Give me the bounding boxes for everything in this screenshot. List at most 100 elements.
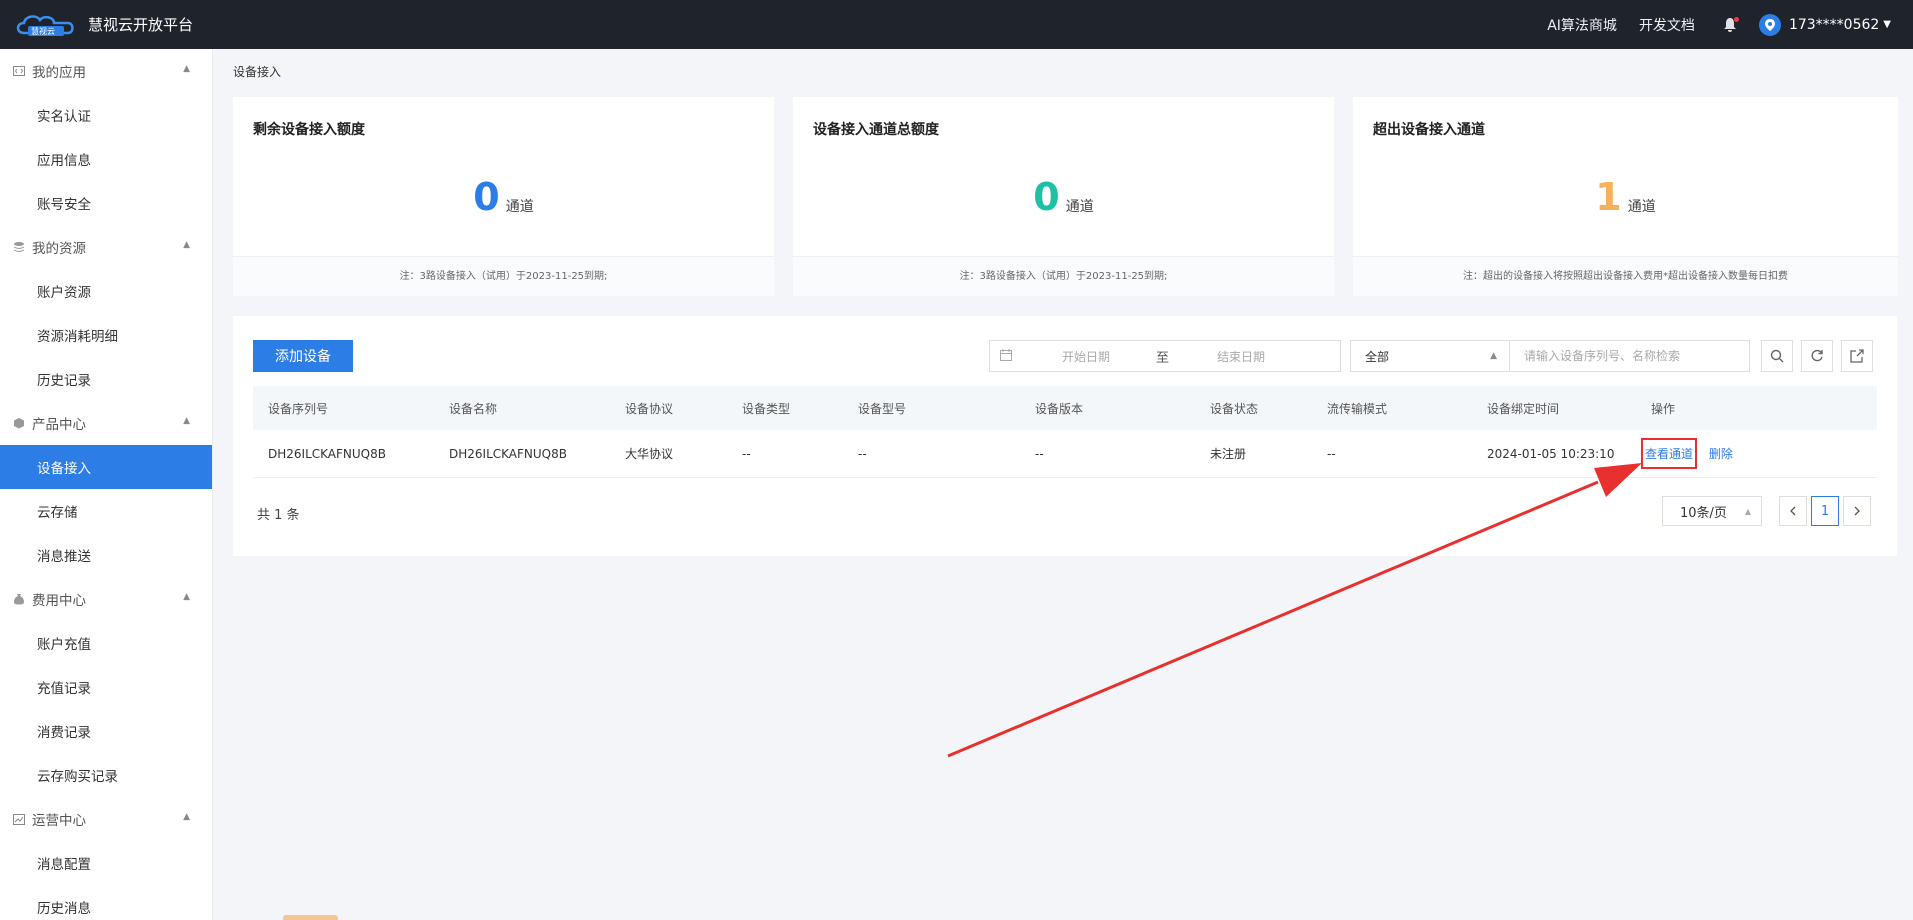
- sidebar-item-recharge[interactable]: 账户充值: [0, 621, 212, 665]
- sidebar-item-cloud-storage[interactable]: 云存储: [0, 489, 212, 533]
- view-channels-link[interactable]: 查看通道: [1641, 438, 1698, 469]
- range-separator: 至: [1156, 350, 1170, 366]
- notification-dot: [1733, 16, 1739, 22]
- export-icon: [1850, 349, 1864, 363]
- sidebar-group-products[interactable]: 产品中心 ▲: [0, 401, 212, 445]
- sidebar-group-label: 我的资源: [32, 241, 86, 257]
- sidebar-item-consumption-records[interactable]: 消费记录: [0, 709, 212, 753]
- sidebar-group-my-resources[interactable]: 我的资源 ▲: [0, 225, 212, 269]
- chevron-up-icon: ▲: [1490, 351, 1497, 361]
- ai-store-link[interactable]: AI算法商城: [1547, 15, 1617, 35]
- col-name: 设备名称: [449, 401, 498, 416]
- sidebar-group-billing[interactable]: 费用中心 ▲: [0, 577, 212, 621]
- sidebar-item-message-push[interactable]: 消息推送: [0, 533, 212, 577]
- sidebar-item-device-access[interactable]: 设备接入: [0, 445, 212, 489]
- sidebar-item-app-info[interactable]: 应用信息: [0, 137, 212, 181]
- chevron-up-icon: ▲: [183, 240, 190, 250]
- sidebar: 我的应用 ▲ 实名认证 应用信息 账号安全 我的资源 ▲ 账户资源 资源消耗明细…: [0, 49, 213, 920]
- prev-page-button[interactable]: [1779, 496, 1807, 526]
- cell-name: DH26ILCKAFNUQ8B: [449, 446, 567, 461]
- next-page-button[interactable]: [1843, 496, 1871, 526]
- table-row: DH26ILCKAFNUQ8B DH26ILCKAFNUQ8B 大华协议 -- …: [253, 430, 1877, 478]
- date-range-picker[interactable]: 开始日期 至 结束日期: [989, 340, 1341, 372]
- cell-bind-time: 2024-01-05 10:23:10: [1487, 446, 1615, 461]
- search-button[interactable]: [1761, 340, 1793, 372]
- export-button[interactable]: [1841, 340, 1873, 372]
- money-bag-icon: [12, 592, 26, 606]
- user-menu[interactable]: 173****0562 ▼: [1758, 13, 1891, 36]
- table-header: 设备序列号 设备名称 设备协议 设备类型 设备型号 设备版本 设备状态 流传输模…: [253, 386, 1877, 430]
- card-note: 注：3路设备接入（试用）于2023-11-25到期;: [793, 256, 1334, 296]
- brand-logo[interactable]: 慧视云 慧视云开放平台: [0, 11, 230, 39]
- card-unit: 通道: [1627, 199, 1656, 215]
- col-serial: 设备序列号: [268, 401, 329, 416]
- dev-docs-link[interactable]: 开发文档: [1639, 15, 1695, 35]
- notification-bell-icon[interactable]: [1723, 16, 1739, 33]
- sidebar-item-message-history[interactable]: 历史消息: [0, 885, 212, 920]
- sidebar-item-account-security[interactable]: 账号安全: [0, 181, 212, 225]
- cell-stream-mode: --: [1327, 446, 1336, 461]
- end-date-input[interactable]: 结束日期: [1217, 348, 1265, 365]
- cell-version: --: [1035, 446, 1044, 461]
- top-bar: 慧视云 慧视云开放平台 AI算法商城 开发文档 173****0562 ▼: [0, 0, 1913, 49]
- page-number-button[interactable]: 1: [1811, 496, 1839, 526]
- remaining-quota-card: 剩余设备接入额度 0 通道 注：3路设备接入（试用）于2023-11-25到期;: [233, 97, 774, 296]
- chevron-down-icon: ▼: [1883, 19, 1891, 30]
- cell-protocol: 大华协议: [625, 447, 674, 461]
- card-note: 注：3路设备接入（试用）于2023-11-25到期;: [233, 256, 774, 296]
- breadcrumb: 设备接入: [233, 65, 282, 79]
- sidebar-item-resource-usage[interactable]: 资源消耗明细: [0, 313, 212, 357]
- cell-model: --: [858, 446, 867, 461]
- device-table: 设备序列号 设备名称 设备协议 设备类型 设备型号 设备版本 设备状态 流传输模…: [253, 386, 1877, 478]
- sidebar-item-real-name[interactable]: 实名认证: [0, 93, 212, 137]
- sidebar-group-label: 产品中心: [32, 417, 86, 433]
- sidebar-item-cloud-purchase-records[interactable]: 云存购买记录: [0, 753, 212, 797]
- device-search-input[interactable]: [1510, 340, 1750, 372]
- user-avatar-icon: [1758, 13, 1781, 36]
- add-device-button[interactable]: 添加设备: [253, 340, 353, 372]
- sidebar-item-recharge-records[interactable]: 充值记录: [0, 665, 212, 709]
- card-unit: 通道: [505, 199, 534, 215]
- calendar-icon: [1000, 348, 1014, 364]
- delete-link[interactable]: 删除: [1709, 447, 1733, 461]
- status-filter-select[interactable]: 全部 ▲: [1350, 340, 1510, 372]
- card-value: 0: [473, 175, 500, 219]
- exceeded-quota-card: 超出设备接入通道 1 通道 注：超出的设备接入将按照超出设备接入费用*超出设备接入…: [1353, 97, 1898, 296]
- page-size-select[interactable]: 10条/页 ▲: [1662, 496, 1762, 526]
- svg-text:慧视云: 慧视云: [31, 26, 55, 36]
- device-list-panel: 添加设备 开始日期 至 结束日期 全部 ▲ 设备序列号 设备名称 设备协议 设: [233, 316, 1897, 556]
- sidebar-group-my-apps[interactable]: 我的应用 ▲: [0, 49, 212, 93]
- main-content: 设备接入 剩余设备接入额度 0 通道 注：3路设备接入（试用）于2023-11-2…: [233, 49, 1898, 556]
- chart-icon: [12, 812, 26, 826]
- sidebar-group-operations[interactable]: 运营中心 ▲: [0, 797, 212, 841]
- col-actions: 操作: [1651, 401, 1676, 416]
- sidebar-item-history[interactable]: 历史记录: [0, 357, 212, 401]
- card-title: 剩余设备接入额度: [253, 122, 365, 138]
- card-value: 1: [1595, 175, 1622, 219]
- quota-cards: 剩余设备接入额度 0 通道 注：3路设备接入（试用）于2023-11-25到期; …: [233, 97, 1898, 296]
- col-version: 设备版本: [1035, 401, 1084, 416]
- col-type: 设备类型: [742, 401, 791, 416]
- sidebar-item-message-config[interactable]: 消息配置: [0, 841, 212, 885]
- cell-status: 未注册: [1210, 447, 1247, 461]
- code-icon: [12, 64, 26, 78]
- cloud-logo-icon: 慧视云: [16, 14, 74, 36]
- card-title: 超出设备接入通道: [1373, 122, 1485, 138]
- cell-serial: DH26ILCKAFNUQ8B: [268, 446, 386, 461]
- search-icon: [1770, 349, 1784, 363]
- cell-actions: 查看通道 删除: [1636, 438, 1876, 469]
- col-status: 设备状态: [1210, 401, 1259, 416]
- box-icon: [12, 416, 26, 430]
- status-filter-value: 全部: [1365, 349, 1390, 364]
- user-phone: 173****0562: [1788, 16, 1880, 33]
- refresh-button[interactable]: [1801, 340, 1833, 372]
- card-value: 0: [1033, 175, 1060, 219]
- col-model: 设备型号: [858, 401, 907, 416]
- chevron-left-icon: [1790, 506, 1796, 516]
- total-quota-card: 设备接入通道总额度 0 通道 注：3路设备接入（试用）于2023-11-25到期;: [793, 97, 1334, 296]
- start-date-input[interactable]: 开始日期: [1062, 348, 1142, 365]
- col-stream-mode: 流传输模式: [1327, 401, 1388, 416]
- sidebar-item-account-resources[interactable]: 账户资源: [0, 269, 212, 313]
- sidebar-group-label: 我的应用: [32, 65, 86, 81]
- chevron-up-icon: ▲: [1744, 506, 1751, 516]
